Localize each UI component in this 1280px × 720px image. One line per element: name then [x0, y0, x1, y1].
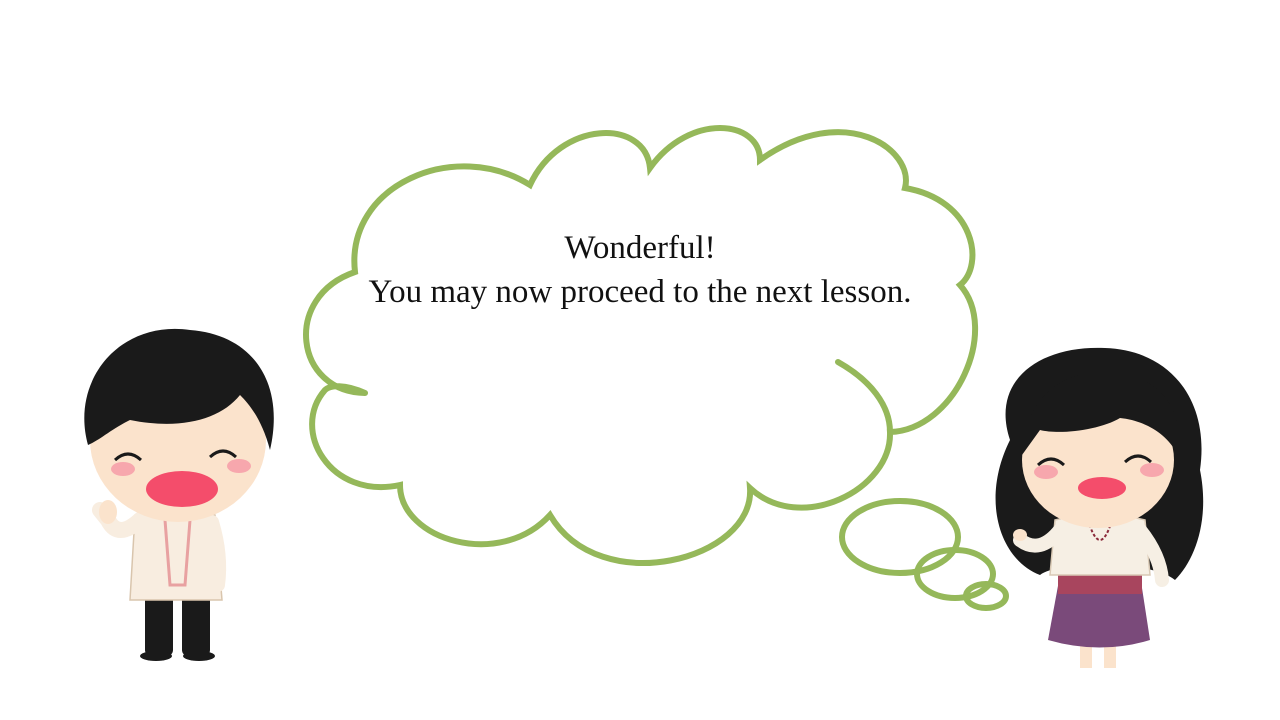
message-line-2: You may now proceed to the next lesson. [368, 274, 912, 310]
thought-cloud-inner-arc [835, 359, 893, 435]
boy-character [84, 328, 274, 661]
slide: Wonderful! You may now proceed to the ne… [0, 0, 1280, 720]
thought-dot-large [839, 498, 961, 576]
girl-character [995, 347, 1204, 668]
message-line-1: Wonderful! [564, 230, 716, 266]
scene [84, 125, 1204, 668]
thought-dot-medium [914, 547, 996, 601]
thought-bubble [303, 125, 1009, 611]
thought-cloud-outline [303, 125, 979, 566]
bubble-message: Wonderful! You may now proceed to the ne… [335, 226, 945, 314]
